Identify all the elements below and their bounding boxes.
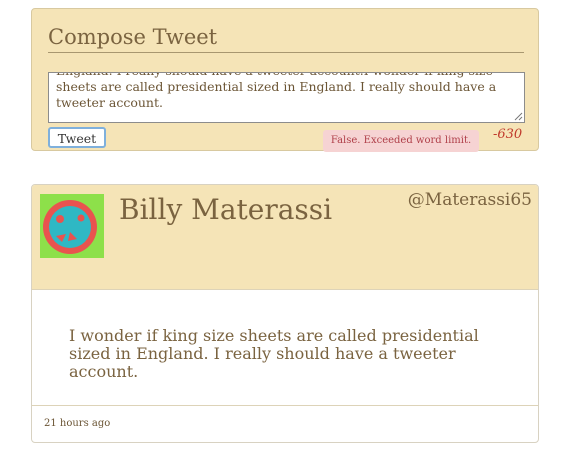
error-badge: False. Exceeded word limit.: [323, 130, 479, 152]
avatar[interactable]: [40, 194, 104, 258]
tweet-footer-divider: [32, 405, 538, 406]
tweet-card: Billy Materassi @Materassi65 I wonder if…: [31, 184, 539, 443]
tweet-timestamp: 21 hours ago: [44, 418, 111, 429]
compose-title: Compose Tweet: [48, 25, 218, 49]
resize-handle-icon[interactable]: [514, 112, 523, 121]
tweet-body: I wonder if king size sheets are called …: [69, 326, 479, 381]
tweet-header: Billy Materassi @Materassi65: [32, 185, 538, 290]
tweet-button[interactable]: Tweet: [48, 127, 106, 148]
author-name[interactable]: Billy Materassi: [119, 193, 332, 226]
identicon-avatar-icon: [43, 200, 97, 254]
compose-divider: [48, 52, 524, 53]
tweet-textarea-value[interactable]: England. I really should have a tweeter …: [56, 73, 504, 111]
author-handle[interactable]: @Materassi65: [408, 190, 532, 210]
character-count: -630: [493, 127, 523, 142]
compose-tweet-panel: Compose Tweet England. I really should h…: [31, 8, 539, 152]
tweet-textarea[interactable]: England. I really should have a tweeter …: [48, 72, 525, 123]
